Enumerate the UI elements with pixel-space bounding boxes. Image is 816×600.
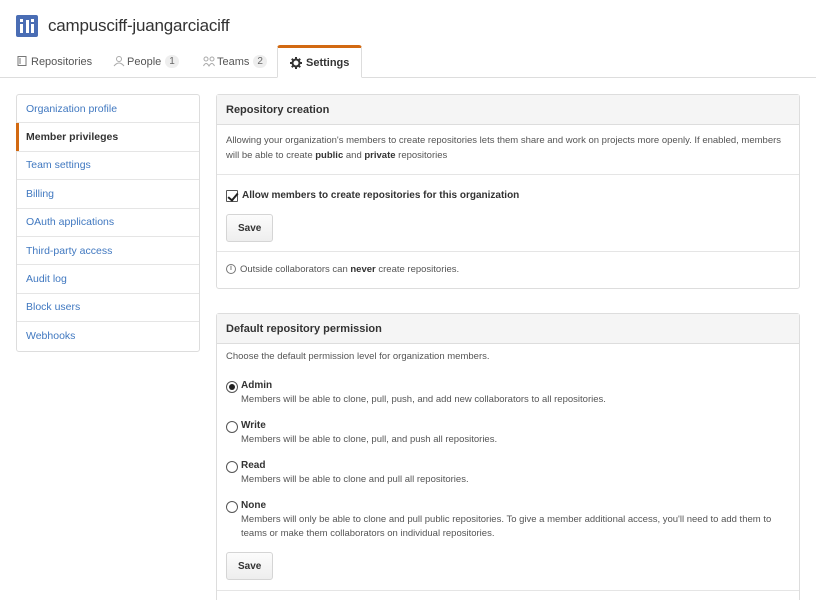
default-permission-title: Default repository permission: [217, 314, 799, 344]
people-count: 1: [165, 55, 179, 68]
default-permission-body: Choose the default permission level for …: [217, 344, 799, 600]
sidebar-item-third-party-access[interactable]: Third-party access: [17, 237, 199, 266]
divider: [217, 590, 799, 591]
note-text: create repositories.: [375, 264, 460, 275]
save-repo-creation-button[interactable]: Save: [226, 214, 274, 242]
radio-none[interactable]: [226, 501, 238, 513]
sidebar-item-oauth-applications[interactable]: OAuth applications: [17, 209, 199, 237]
option-description: Members will be able to clone and pull a…: [241, 474, 469, 485]
repo-icon: [17, 56, 27, 67]
option-label[interactable]: Admin: [241, 380, 272, 391]
radio-read[interactable]: [226, 461, 238, 473]
sidebar-item-audit-log[interactable]: Audit log: [17, 265, 199, 294]
option-label[interactable]: None: [241, 500, 266, 511]
sidebar-item-organization-profile[interactable]: Organization profile: [17, 95, 199, 124]
desc-text: and: [343, 150, 365, 161]
repo-creation-title: Repository creation: [217, 95, 799, 125]
radio-write[interactable]: [226, 421, 238, 433]
desc-text: Allowing your organization's members to …: [226, 135, 782, 161]
repo-creation-form: Allow members to create repositories for…: [217, 175, 799, 252]
settings-sidebar: Organization profile Member privileges T…: [16, 94, 200, 352]
desc-public: public: [315, 150, 344, 161]
note-text: Outside collaborators can: [240, 264, 351, 275]
sidebar-item-team-settings[interactable]: Team settings: [17, 152, 199, 181]
allow-create-repos-checkbox[interactable]: [226, 189, 238, 202]
option-description: Members will be able to clone, pull, and…: [241, 434, 498, 445]
repo-creation-description: Allowing your organization's members to …: [217, 125, 799, 175]
org-name[interactable]: campusciff-juangarciaciff: [48, 16, 230, 36]
tab-label: Teams: [217, 55, 250, 68]
info-icon: i: [226, 264, 236, 275]
default-permission-intro: Choose the default permission level for …: [226, 351, 490, 362]
teams-count: 2: [253, 55, 267, 68]
radio-admin[interactable]: [226, 381, 238, 393]
desc-private: private: [364, 150, 396, 161]
desc-text: repositories: [395, 150, 448, 161]
tab-settings[interactable]: Settings: [277, 45, 363, 78]
sidebar-item-webhooks[interactable]: Webhooks: [17, 322, 199, 350]
org-tabs: Repositories People 1 Teams 2 Settings: [0, 45, 816, 78]
sidebar-item-block-users[interactable]: Block users: [17, 294, 199, 323]
sidebar-item-billing[interactable]: Billing: [17, 180, 199, 209]
default-permission-box: Default repository permission Choose the…: [216, 313, 800, 600]
tab-label: Repositories: [31, 55, 93, 68]
tab-people[interactable]: People 1: [113, 45, 179, 78]
tab-label: People: [127, 55, 162, 68]
tab-label: Settings: [306, 56, 350, 69]
allow-create-repos-label[interactable]: Allow members to create repositories for…: [242, 188, 519, 203]
option-label[interactable]: Write: [241, 420, 266, 431]
save-default-permission-button[interactable]: Save: [226, 552, 274, 580]
option-label[interactable]: Read: [241, 460, 265, 471]
org-avatar[interactable]: [16, 15, 38, 37]
repo-creation-box: Repository creation Allowing your organi…: [216, 94, 800, 289]
allow-create-repos-row[interactable]: Allow members to create repositories for…: [226, 188, 790, 203]
org-header: campusciff-juangarciaciff: [16, 14, 230, 38]
repo-creation-note: i Outside collaborators can never create …: [217, 252, 799, 285]
option-description: Members will be able to clone, pull, pus…: [241, 394, 606, 405]
gear-icon: [290, 56, 302, 69]
option-description: Members will only be able to clone and p…: [241, 514, 772, 539]
note-never: never: [350, 264, 376, 275]
tab-repositories[interactable]: Repositories: [17, 45, 92, 78]
people-icon: [113, 56, 125, 67]
teams-icon: [203, 56, 215, 67]
tab-teams[interactable]: Teams 2: [203, 45, 267, 78]
sidebar-item-member-privileges[interactable]: Member privileges: [16, 123, 199, 152]
